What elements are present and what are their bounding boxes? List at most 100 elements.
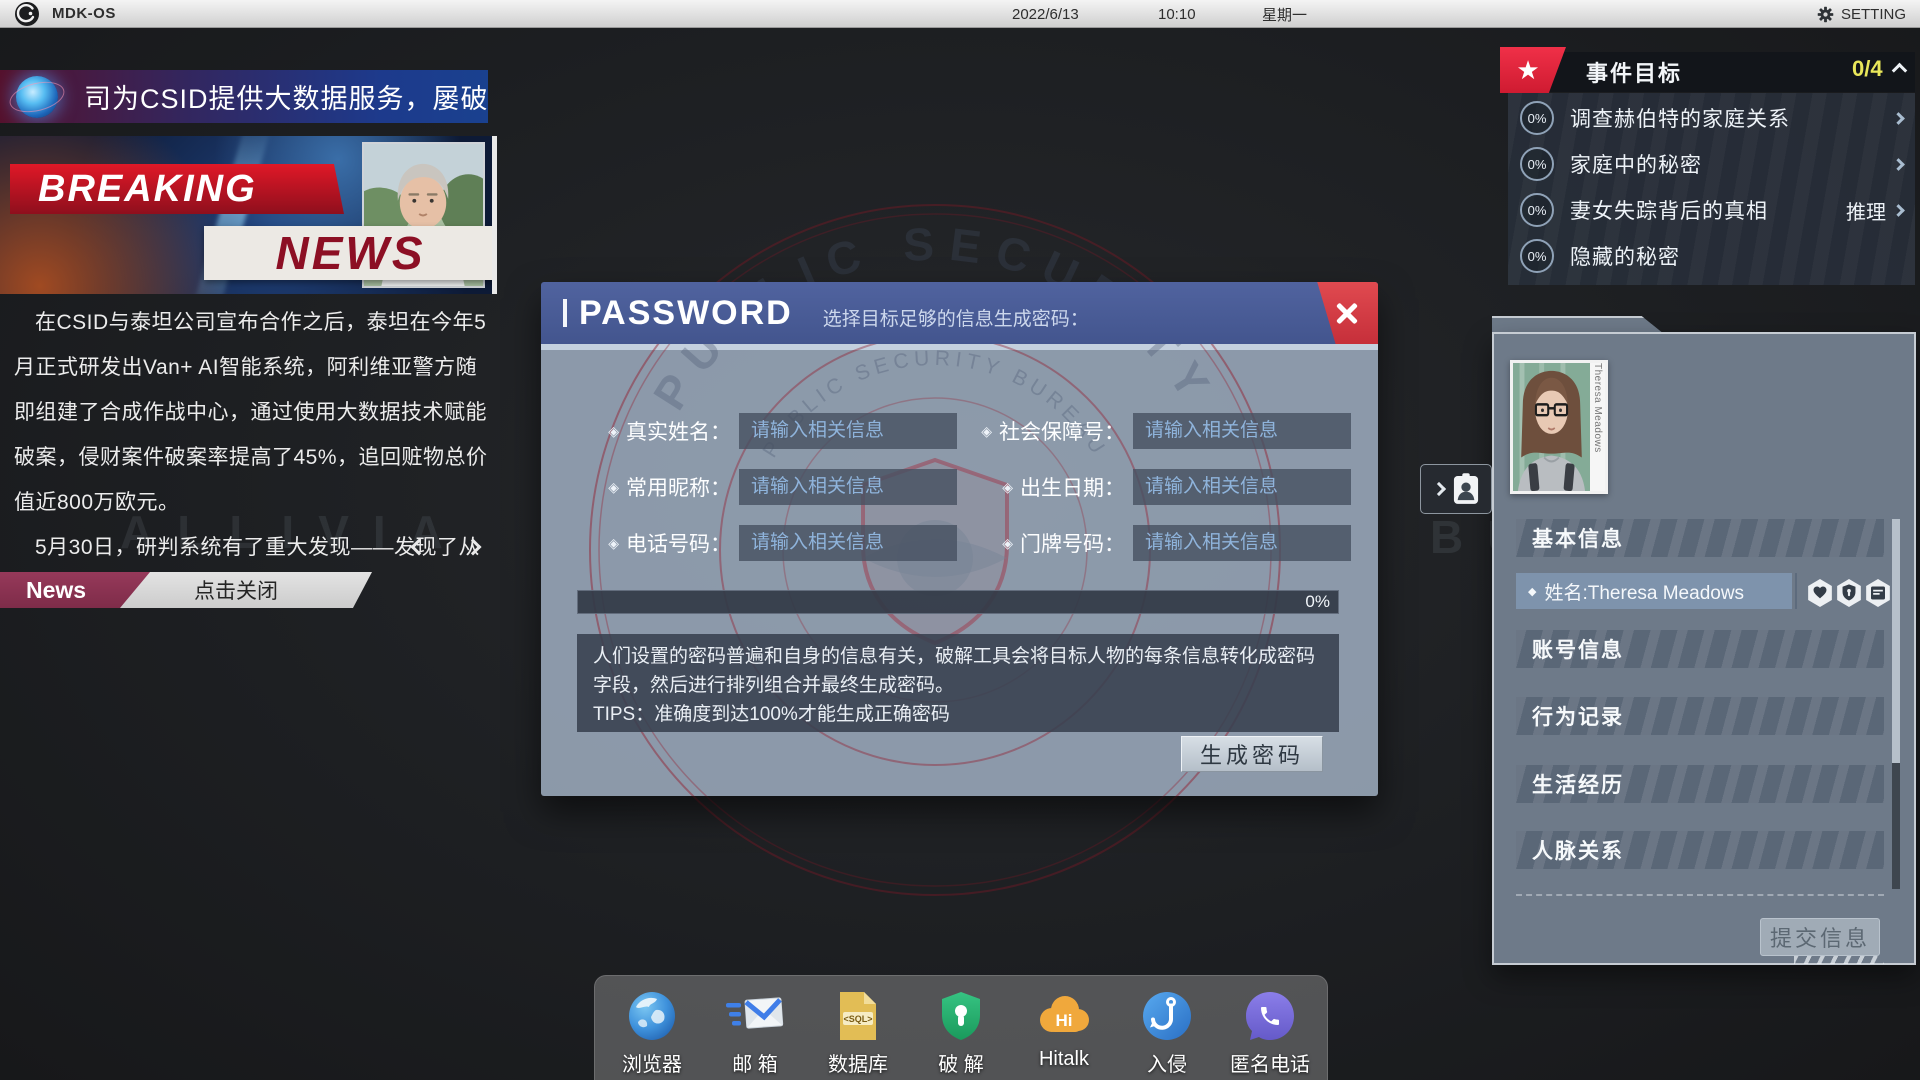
svg-text:Hi: Hi <box>1056 1011 1073 1030</box>
field-house-number: ◈ 门牌号码： <box>965 524 1351 562</box>
field-ssn: ◈ 社会保障号： <box>965 412 1351 450</box>
breaking-word: BREAKING <box>38 168 257 211</box>
objectives-collapse-button[interactable] <box>1894 63 1905 81</box>
nickname-input[interactable] <box>739 469 957 505</box>
diamond-bullet-icon: ◈ <box>608 535 619 552</box>
dialog-title: PASSWORD <box>579 294 793 333</box>
favorite-hex-icon[interactable] <box>1807 579 1833 607</box>
title-tick <box>563 299 567 327</box>
diamond-bullet-icon: ◆ <box>1528 585 1536 598</box>
crack-shield-icon <box>938 990 984 1042</box>
objective-percent-badge: 0% <box>1520 147 1554 181</box>
id-badge-icon <box>1453 473 1479 505</box>
objective-item[interactable]: 0% 妻女失踪背后的真相 推理 <box>1508 187 1915 233</box>
profile-scrollbar[interactable] <box>1892 519 1900 889</box>
name-row-divider <box>1795 573 1797 609</box>
profile-name-row[interactable]: ◆ 姓名:Theresa Meadows <box>1516 573 1792 609</box>
real-name-label: ◈ 真实姓名： <box>571 416 731 446</box>
phone-input[interactable] <box>739 525 957 561</box>
deduction-action-label: 推理 <box>1846 196 1886 225</box>
news-article: 在CSID与泰坦公司宣布合作之后，泰坦在今年5月正式研发出Van+ AI智能系统… <box>14 300 492 615</box>
hitalk-cloud-icon: Hi <box>1036 990 1092 1042</box>
dialog-close-button[interactable] <box>1298 282 1378 344</box>
avatar-name-vertical: Theresa Meadows <box>1590 363 1605 491</box>
objective-item[interactable]: 0% 家庭中的秘密 <box>1508 141 1915 187</box>
diamond-bullet-icon: ◈ <box>608 423 619 440</box>
browser-globe-icon <box>626 990 678 1042</box>
chevron-right-icon <box>465 539 482 556</box>
profile-panel: Theresa Meadows 基本信息 ◆ 姓名:Theresa Meadow… <box>1492 332 1916 965</box>
ssn-label: ◈ 社会保障号： <box>965 416 1125 446</box>
system-topbar: MDK-OS 2022/6/13 10:10 星期一 SETTING <box>0 0 1920 28</box>
news-next-button[interactable] <box>456 530 490 564</box>
close-hint-label: 点击关闭 <box>194 575 278 605</box>
svg-text:PUBLIC SECURITY: PUBLIC SECURITY <box>643 344 1227 419</box>
news-word: NEWS <box>276 226 426 280</box>
birthdate-input[interactable] <box>1133 469 1351 505</box>
objective-percent-badge: 0% <box>1520 101 1554 135</box>
gear-icon <box>1817 6 1834 23</box>
image-edge-bar <box>492 136 497 294</box>
objective-percent-badge: 0% <box>1520 239 1554 273</box>
os-name: MDK-OS <box>52 5 116 22</box>
card-hex-icon[interactable] <box>1865 579 1891 607</box>
objective-percent-badge: 0% <box>1520 193 1554 227</box>
ssn-input[interactable] <box>1133 413 1351 449</box>
anonymous-phone-icon <box>1244 990 1296 1042</box>
scrollbar-thumb[interactable] <box>1892 519 1900 763</box>
dock-app-intrude[interactable]: 入侵 <box>1121 990 1213 1077</box>
dock-app-browser[interactable]: 浏览器 <box>606 990 698 1077</box>
dialog-subtitle: 选择目标足够的信息生成密码： <box>823 304 1089 331</box>
password-dialog-body: PUBLIC SECURITY PUBLIC SECURITY BUREAU ◈… <box>541 344 1378 796</box>
dashed-divider <box>1516 894 1884 896</box>
dock-app-database[interactable]: <SQL> 数据库 <box>812 990 904 1077</box>
svg-text:<SQL>: <SQL> <box>843 1014 872 1024</box>
diamond-bullet-icon: ◈ <box>981 423 992 440</box>
avatar-photo <box>1513 363 1590 491</box>
password-tips-box: 人们设置的密码普遍和自身的信息有关，破解工具会将目标人物的每条信息转化成密码字段… <box>577 634 1339 732</box>
real-name-input[interactable] <box>739 413 957 449</box>
section-account-info[interactable]: 账号信息 <box>1516 630 1884 668</box>
section-life-experience[interactable]: 生活经历 <box>1516 765 1884 803</box>
dock-app-crack[interactable]: 破 解 <box>915 990 1007 1077</box>
house-number-input[interactable] <box>1133 525 1351 561</box>
breaking-news-image: BREAKING NEWS <box>0 136 497 294</box>
dock-app-mail[interactable]: 邮 箱 <box>709 990 801 1077</box>
chevron-right-icon <box>1892 112 1905 125</box>
tips-line: TIPS：准确度到达100%才能生成正确密码 <box>593 700 1323 729</box>
section-relationships[interactable]: 人脉关系 <box>1516 831 1884 869</box>
star-icon: ★ <box>1516 55 1539 86</box>
objective-item[interactable]: 0% 调查赫伯特的家庭关系 <box>1508 95 1915 141</box>
app-dock: 浏览器 邮 箱 <SQL> 数据 <box>594 975 1328 1080</box>
field-phone: ◈ 电话号码： <box>571 524 957 562</box>
section-basic-info[interactable]: 基本信息 <box>1516 519 1884 557</box>
password-dialog: PASSWORD 选择目标足够的信息生成密码： PUBLIC SECURITY <box>541 282 1378 796</box>
system-weekday: 星期一 <box>1262 0 1307 28</box>
nickname-label: ◈ 常用昵称： <box>571 472 731 502</box>
objectives-list: 0% 调查赫伯特的家庭关系 0% 家庭中的秘密 0% 妻女失踪背后的真相 推理 … <box>1508 93 1915 285</box>
profile-collapse-handle[interactable] <box>1420 464 1492 514</box>
phone-label: ◈ 电话号码： <box>571 528 731 558</box>
submit-info-button[interactable]: 提交信息 <box>1760 918 1880 956</box>
chevron-left-icon <box>411 539 428 556</box>
dock-app-hitalk[interactable]: Hi Hitalk <box>1018 990 1110 1071</box>
field-birthdate: ◈ 出生日期： <box>965 468 1351 506</box>
birthdate-label: ◈ 出生日期： <box>965 472 1125 502</box>
news-strip: NEWS <box>204 226 497 280</box>
diamond-bullet-icon: ◈ <box>608 479 619 496</box>
objective-item[interactable]: 0% 隐藏的秘密 <box>1508 233 1915 279</box>
settings-button[interactable]: SETTING <box>1817 0 1906 28</box>
avatar: Theresa Meadows <box>1510 360 1608 494</box>
password-dialog-header: PASSWORD 选择目标足够的信息生成密码： <box>541 282 1378 344</box>
dock-app-anonymous-call[interactable]: 匿名电话 <box>1224 990 1316 1077</box>
info-action-icons <box>1807 579 1891 607</box>
shield-hex-icon[interactable] <box>1836 579 1862 607</box>
news-prev-button[interactable] <box>402 530 436 564</box>
game-desktop: ALLIVIA BUREAU PUBLIC SECURITY PUBLIC SE… <box>0 0 1920 1080</box>
field-nickname: ◈ 常用昵称： <box>571 468 957 506</box>
section-behavior-records[interactable]: 行为记录 <box>1516 697 1884 735</box>
settings-label: SETTING <box>1841 6 1906 23</box>
breaking-strip: BREAKING <box>10 164 344 214</box>
generate-password-button[interactable]: 生成密码 <box>1181 736 1323 772</box>
objectives-header: ★ 事件目标 0/4 <box>1500 47 1916 93</box>
